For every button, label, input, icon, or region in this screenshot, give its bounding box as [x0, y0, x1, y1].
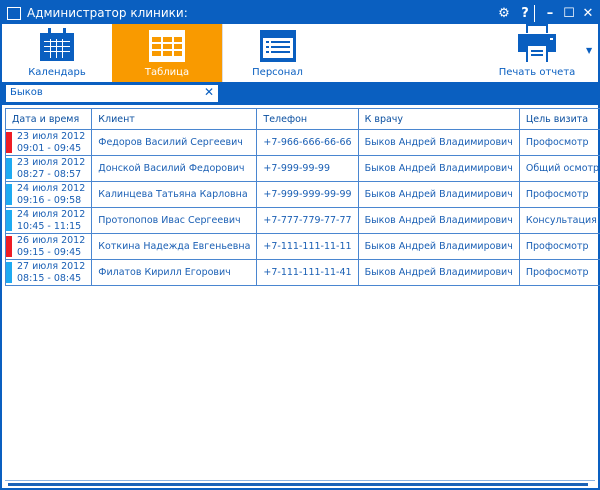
table-row[interactable]: 26 июля 2012 09:15 - 09:45 Коткина Надежд… — [4, 233, 600, 260]
search-input[interactable]: Быков ✕ — [6, 85, 218, 102]
client-cell: Филатов Кирилл Егорович — [91, 259, 258, 286]
purpose-cell: Консультация — [518, 207, 600, 234]
time: 10:45 - 11:15 — [17, 220, 82, 232]
table-icon — [149, 30, 185, 62]
table-row[interactable]: 23 июля 2012 08:27 - 08:57 Донской Васили… — [4, 155, 600, 182]
date-cell: 24 июля 2012 10:45 - 11:15 — [4, 207, 93, 234]
close-button[interactable]: ✕ — [577, 2, 599, 24]
printer-icon — [518, 24, 556, 62]
status-marker — [6, 236, 12, 257]
doctor-cell: Быков Андрей Владимирович — [357, 259, 520, 286]
phone-cell: +7-111-111-11-11 — [256, 233, 359, 260]
column-header-date[interactable]: Дата и время — [4, 108, 93, 130]
date: 24 июля 2012 — [17, 208, 86, 220]
tab-calendar-label: Календарь — [28, 67, 86, 78]
doctor-cell: Быков Андрей Владимирович — [357, 207, 520, 234]
tab-staff-label: Персонал — [252, 67, 303, 78]
date: 23 июля 2012 — [17, 156, 86, 168]
table-header: Дата и время Клиент Телефон К врачу Цель… — [4, 108, 600, 130]
client-cell: Калинцева Татьяна Карловна — [91, 181, 258, 208]
date: 23 июля 2012 — [17, 130, 86, 142]
doctor-cell: Быков Андрей Владимирович — [357, 129, 520, 156]
purpose-cell: Профосмотр — [518, 259, 600, 286]
time: 09:01 - 09:45 — [17, 142, 82, 154]
table-row[interactable]: 24 июля 2012 09:16 - 09:58 Калинцева Тать… — [4, 181, 600, 208]
purpose-cell: Профосмотр — [518, 233, 600, 260]
print-report-button[interactable]: Печать отчета — [492, 24, 582, 82]
purpose-cell: Профосмотр — [518, 181, 600, 208]
date-cell: 24 июля 2012 09:16 - 09:58 — [4, 181, 93, 208]
appointments-table: Дата и время Клиент Телефон К врачу Цель… — [4, 108, 600, 286]
list-icon — [259, 30, 296, 62]
title-bar: Администратор клиники: ⚙ ? – ☐ ✕ — [2, 2, 598, 24]
clear-search-icon[interactable]: ✕ — [204, 85, 214, 99]
tab-table-label: Таблица — [144, 67, 190, 78]
tab-staff[interactable]: Персонал — [222, 24, 332, 82]
app-icon — [7, 6, 21, 20]
time: 09:15 - 09:45 — [17, 246, 82, 258]
doctor-cell: Быков Андрей Владимирович — [357, 155, 520, 182]
print-dropdown-arrow-icon[interactable]: ▼ — [586, 46, 592, 55]
status-marker — [6, 132, 12, 153]
date-cell: 26 июля 2012 09:15 - 09:45 — [4, 233, 93, 260]
app-window: Администратор клиники: ⚙ ? – ☐ ✕ Календа… — [0, 0, 600, 490]
client-cell: Протопопов Ивас Сергеевич — [91, 207, 258, 234]
horizontal-scrollbar[interactable] — [5, 480, 595, 486]
time: 08:15 - 08:45 — [17, 272, 82, 284]
phone-cell: +7-999-99-99 — [256, 155, 359, 182]
print-report-label: Печать отчета — [498, 67, 576, 78]
client-cell: Коткина Надежда Евгеньевна — [91, 233, 258, 260]
client-cell: Донской Василий Федорович — [91, 155, 258, 182]
time: 08:27 - 08:57 — [17, 168, 82, 180]
search-bar: Быков ✕ — [2, 82, 598, 105]
purpose-cell: Общий осмотр — [518, 155, 600, 182]
search-value: Быков — [10, 87, 43, 98]
phone-cell: +7-777-779-77-77 — [256, 207, 359, 234]
status-marker — [6, 158, 12, 179]
date-cell: 23 июля 2012 08:27 - 08:57 — [4, 155, 93, 182]
date: 24 июля 2012 — [17, 182, 86, 194]
status-marker — [6, 210, 12, 231]
table-row[interactable]: 24 июля 2012 10:45 - 11:15 Протопопов Ива… — [4, 207, 600, 234]
table-row[interactable]: 27 июля 2012 08:15 - 08:45 Филатов Кирилл… — [4, 259, 600, 286]
column-header-phone[interactable]: Телефон — [256, 108, 359, 130]
date: 26 июля 2012 — [17, 234, 86, 246]
column-header-doctor[interactable]: К врачу — [357, 108, 520, 130]
tab-table[interactable]: Таблица — [112, 24, 222, 82]
phone-cell: +7-111-111-11-41 — [256, 259, 359, 286]
window-title: Администратор клиники: — [27, 6, 188, 20]
column-header-purpose[interactable]: Цель визита — [518, 108, 600, 130]
date-cell: 27 июля 2012 08:15 - 08:45 — [4, 259, 93, 286]
calendar-icon — [40, 28, 74, 61]
status-marker — [6, 184, 12, 205]
scrollbar-thumb[interactable] — [8, 483, 588, 486]
table-row[interactable]: 23 июля 2012 09:01 - 09:45 Федоров Васили… — [4, 129, 600, 156]
date: 27 июля 2012 — [17, 260, 86, 272]
help-icon[interactable]: ? — [514, 2, 536, 24]
phone-cell: +7-966-666-66-66 — [256, 129, 359, 156]
column-header-client[interactable]: Клиент — [91, 108, 258, 130]
doctor-cell: Быков Андрей Владимирович — [357, 181, 520, 208]
doctor-cell: Быков Андрей Владимирович — [357, 233, 520, 260]
date-cell: 23 июля 2012 09:01 - 09:45 — [4, 129, 93, 156]
divider — [534, 5, 535, 22]
purpose-cell: Профосмотр — [518, 129, 600, 156]
client-cell: Федоров Василий Сергеевич — [91, 129, 258, 156]
tab-calendar[interactable]: Календарь — [2, 24, 112, 82]
toolbar: Календарь Таблица Персонал Печать отчета… — [2, 24, 598, 82]
status-marker — [6, 262, 12, 283]
gear-icon[interactable]: ⚙ — [493, 2, 515, 24]
time: 09:16 - 09:58 — [17, 194, 82, 206]
phone-cell: +7-999-999-99-99 — [256, 181, 359, 208]
